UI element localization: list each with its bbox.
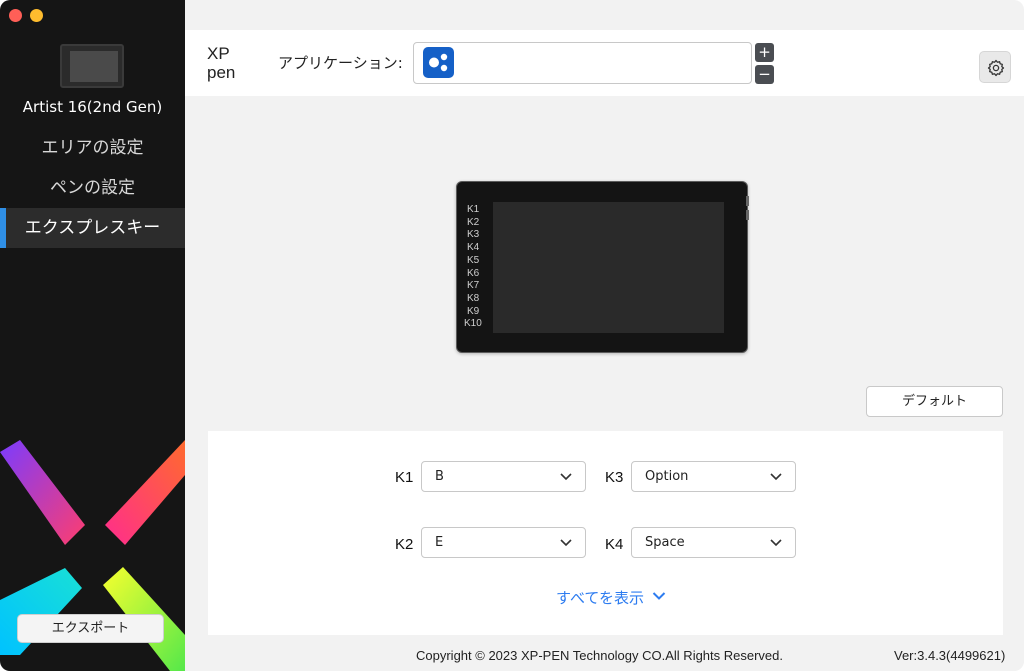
key-k4-value: Space: [645, 535, 685, 550]
tablet-key-label: K2: [467, 216, 480, 228]
chevron-down-icon[interactable]: [652, 591, 666, 601]
svg-text:pen: pen: [207, 63, 235, 82]
chevron-down-icon: [560, 473, 572, 481]
key-k2-value: E: [435, 535, 444, 550]
version-text: Ver:3.4.3(4499621): [894, 648, 1006, 663]
key-k1-select[interactable]: B: [421, 461, 586, 492]
tablet-key-label: K1: [467, 204, 480, 215]
settings-button[interactable]: [979, 51, 1011, 83]
chevron-down-icon: [770, 473, 782, 481]
tablet-key-label: K5: [467, 254, 480, 266]
device-name: Artist 16(2nd Gen): [22, 98, 163, 116]
key-label-k1: K1: [395, 469, 414, 486]
minimize-window-button[interactable]: [30, 9, 43, 22]
tablet-key-label: K7: [467, 280, 480, 292]
key-k4-select[interactable]: Space: [631, 527, 796, 558]
xp-pen-logo: XP pen: [207, 44, 235, 82]
export-button[interactable]: エクスポート: [17, 614, 164, 643]
application-label: アプリケーション:: [278, 54, 403, 72]
tablet-key-label: K8: [467, 292, 480, 304]
remove-application-button[interactable]: −: [755, 65, 774, 84]
close-window-button[interactable]: [9, 9, 22, 22]
sidebar: Artist 16(2nd Gen) エリアの設定 ペンの設定 エクスプレスキー: [0, 0, 185, 671]
tablet-key-label: K6: [467, 267, 480, 279]
tablet-key-label: K9: [467, 305, 480, 317]
key-k1-value: B: [435, 469, 444, 484]
sidebar-item-area-settings[interactable]: エリアの設定: [0, 128, 185, 168]
device-thumbnail-icon: [60, 44, 124, 88]
tablet-screen: [493, 202, 724, 333]
all-apps-icon: [423, 47, 454, 78]
gear-icon: [987, 59, 1005, 77]
svg-text:XP: XP: [207, 44, 230, 63]
key-label-k2: K2: [395, 536, 414, 553]
chevron-down-icon: [770, 539, 782, 547]
tablet-key-label: K10: [464, 318, 482, 330]
key-k3-value: Option: [645, 469, 689, 484]
tablet-key-label: K3: [467, 229, 480, 241]
sidebar-item-express-keys[interactable]: エクスプレスキー: [0, 208, 185, 248]
default-button[interactable]: デフォルト: [866, 386, 1003, 417]
key-label-k3: K3: [605, 469, 624, 486]
tablet-side-button: [746, 196, 749, 206]
add-application-button[interactable]: +: [755, 43, 774, 62]
application-select[interactable]: [413, 42, 752, 84]
app-window: Artist 16(2nd Gen) エリアの設定 ペンの設定 エクスプレスキー: [0, 0, 1024, 671]
key-label-k4: K4: [605, 536, 624, 553]
chevron-down-icon: [560, 539, 572, 547]
key-k2-select[interactable]: E: [421, 527, 586, 558]
sidebar-item-pen-settings[interactable]: ペンの設定: [0, 168, 185, 208]
key-k3-select[interactable]: Option: [631, 461, 796, 492]
tablet-key-label: K4: [467, 242, 480, 254]
copyright-text: Copyright © 2023 XP-PEN Technology CO.Al…: [416, 648, 784, 663]
tablet-side-button: [746, 210, 749, 220]
show-all-link[interactable]: すべてを表示: [556, 587, 644, 608]
